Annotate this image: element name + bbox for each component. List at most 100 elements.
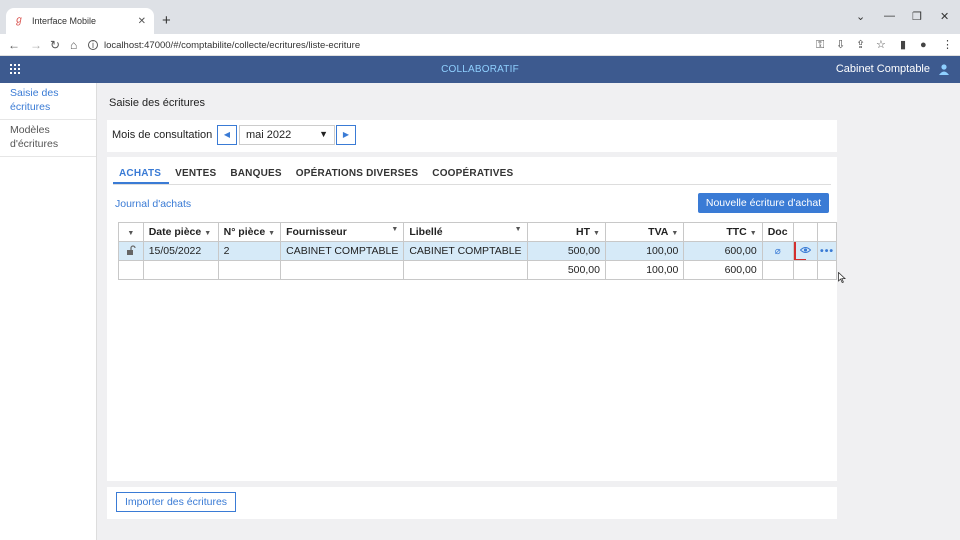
sidebar-item-modeles[interactable]: Modèles d'écritures <box>0 120 96 157</box>
totals-row: 500,00 100,00 600,00 <box>118 260 837 280</box>
filter-icon[interactable]: ▼ <box>391 226 398 233</box>
tab-operations-diverses[interactable]: OPÉRATIONS DIVERSES <box>290 157 427 184</box>
minimize-icon[interactable]: — <box>884 10 895 22</box>
tab-achats[interactable]: ACHATS <box>113 157 170 184</box>
empty-cell <box>761 260 794 280</box>
chevron-right-icon: ▶ <box>342 130 350 139</box>
column-header-doc: Doc <box>761 222 794 242</box>
filter-icon[interactable]: ▼ <box>593 230 600 237</box>
menu-kebab-icon[interactable]: ⋮ <box>942 38 953 52</box>
filter-icon[interactable]: ▼ <box>204 230 211 237</box>
month-value: mai 2022 <box>246 129 292 141</box>
site-info-icon[interactable]: i <box>88 40 98 50</box>
column-header-view <box>792 222 819 242</box>
filter-icon[interactable]: ▼ <box>671 230 678 237</box>
column-header-label: HT <box>576 226 590 238</box>
empty-cell <box>142 260 219 280</box>
profile-icon[interactable]: ● <box>920 38 927 52</box>
close-window-icon[interactable]: ✕ <box>940 10 949 23</box>
lock-cell[interactable] <box>118 241 144 261</box>
total-tva: 100,00 <box>604 260 685 280</box>
key-icon[interactable]: ⚿ <box>816 38 824 52</box>
column-header-piece[interactable]: N° pièce ▼ <box>217 222 282 242</box>
import-panel: Importer des écritures <box>107 487 837 519</box>
total-ht: 500,00 <box>526 260 606 280</box>
month-select[interactable]: mai 2022 ▼ <box>239 125 335 145</box>
column-header-label: N° pièce <box>223 226 266 238</box>
row-filter-header[interactable]: ▼ <box>118 222 144 242</box>
entries-table: ▼ Date pièce ▼ N° pièce ▼ Fournisseur ▼ Lib… <box>118 222 837 280</box>
filter-icon[interactable]: ▼ <box>127 230 134 237</box>
journal-tabs: ACHATS VENTES BANQUES OPÉRATIONS DIVERSE… <box>113 157 831 185</box>
company-name[interactable]: Cabinet Comptable <box>836 63 930 75</box>
share-icon[interactable]: ⇪ <box>856 38 865 52</box>
empty-cell <box>792 260 819 280</box>
cell-ttc: 600,00 <box>683 241 763 261</box>
column-header-label: TVA <box>648 226 669 238</box>
new-tab-icon[interactable]: + <box>162 12 171 30</box>
user-icon[interactable] <box>938 63 950 75</box>
browser-tab-title: Interface Mobile <box>32 16 97 26</box>
column-header-tva[interactable]: TVA ▼ <box>604 222 685 242</box>
view-cell[interactable] <box>792 241 819 261</box>
column-header-label: Fournisseur <box>286 226 347 238</box>
filter-icon[interactable]: ▼ <box>515 226 522 233</box>
journal-link[interactable]: Journal d'achats <box>115 198 191 210</box>
chevron-down-icon: ▼ <box>319 129 328 139</box>
cell-date: 15/05/2022 <box>142 241 219 261</box>
column-header-fournisseur[interactable]: Fournisseur ▼ <box>280 222 405 242</box>
month-panel: Mois de consultation ◀ mai 2022 ▼ ▶ <box>107 120 837 152</box>
browser-tabstrip: ℊ Interface Mobile ✕ + ⌄ — ❐ ✕ <box>0 0 960 34</box>
empty-cell <box>217 260 282 280</box>
column-header-label: Date pièce <box>148 226 202 238</box>
maximize-icon[interactable]: ❐ <box>912 10 922 23</box>
app-header: COLLABORATIF Cabinet Comptable <box>0 56 960 83</box>
total-ttc: 600,00 <box>683 260 763 280</box>
import-entries-button[interactable]: Importer des écritures <box>116 492 236 512</box>
reload-icon[interactable]: ↻ <box>50 37 60 53</box>
address-bar[interactable]: i localhost:47000/#/comptabilite/collect… <box>88 36 808 54</box>
column-header-ttc[interactable]: TTC ▼ <box>683 222 763 242</box>
install-icon[interactable]: ⇩ <box>836 38 845 52</box>
empty-cell <box>817 260 837 280</box>
home-icon[interactable]: ⌂ <box>70 37 77 53</box>
column-header-libelle[interactable]: Libellé ▼ <box>403 222 528 242</box>
paperclip-icon[interactable]: ⌀ <box>775 246 781 257</box>
column-header-date[interactable]: Date pièce ▼ <box>142 222 219 242</box>
browser-tab[interactable]: ℊ Interface Mobile ✕ <box>6 8 154 34</box>
filter-icon[interactable]: ▼ <box>750 230 757 237</box>
column-header-ht[interactable]: HT ▼ <box>526 222 606 242</box>
filter-icon[interactable]: ▼ <box>268 230 275 237</box>
browser-toolbar: ← → ↻ ⌂ i localhost:47000/#/comptabilite… <box>0 34 960 56</box>
more-actions-cell[interactable]: ••• <box>817 241 837 261</box>
back-icon[interactable]: ← <box>8 37 20 53</box>
tab-search-icon[interactable]: ⌄ <box>856 10 865 23</box>
side-panel-icon[interactable]: ▮ <box>900 38 906 52</box>
column-header-label: TTC <box>726 226 747 238</box>
sidebar: Saisie des écritures Modèles d'écritures <box>0 83 97 540</box>
tab-cooperatives[interactable]: COOPÉRATIVES <box>426 157 521 184</box>
table-header-row: ▼ Date pièce ▼ N° pièce ▼ Fournisseur ▼ Lib… <box>118 222 837 242</box>
cell-tva: 100,00 <box>604 241 685 261</box>
cell-fournisseur: CABINET COMPTABLE <box>280 241 405 261</box>
cell-ht: 500,00 <box>526 241 606 261</box>
cell-libelle: CABINET COMPTABLE <box>403 241 528 261</box>
bookmark-star-icon[interactable]: ☆ <box>876 38 886 52</box>
cell-piece: 2 <box>217 241 282 261</box>
unlock-icon[interactable] <box>126 244 136 255</box>
chevron-left-icon: ◀ <box>223 130 231 139</box>
next-month-button[interactable]: ▶ <box>336 125 356 145</box>
tab-banques[interactable]: BANQUES <box>224 157 289 184</box>
app-title: COLLABORATIF <box>441 64 519 75</box>
previous-month-button[interactable]: ◀ <box>217 125 237 145</box>
url-text[interactable]: localhost:47000/#/comptabilite/collecte/… <box>104 40 360 51</box>
close-tab-icon[interactable]: ✕ <box>138 16 146 27</box>
cursor-highlight-mark <box>794 242 806 260</box>
more-options-icon[interactable]: ••• <box>820 245 834 257</box>
new-purchase-entry-button[interactable]: Nouvelle écriture d'achat <box>698 193 829 213</box>
doc-cell[interactable]: ⌀ <box>761 241 794 261</box>
tab-ventes[interactable]: VENTES <box>169 157 224 184</box>
table-row[interactable]: 15/05/2022 2 CABINET COMPTABLE CABINET C… <box>118 241 837 261</box>
sidebar-item-saisie[interactable]: Saisie des écritures <box>0 83 96 120</box>
forward-icon[interactable]: → <box>30 37 42 53</box>
